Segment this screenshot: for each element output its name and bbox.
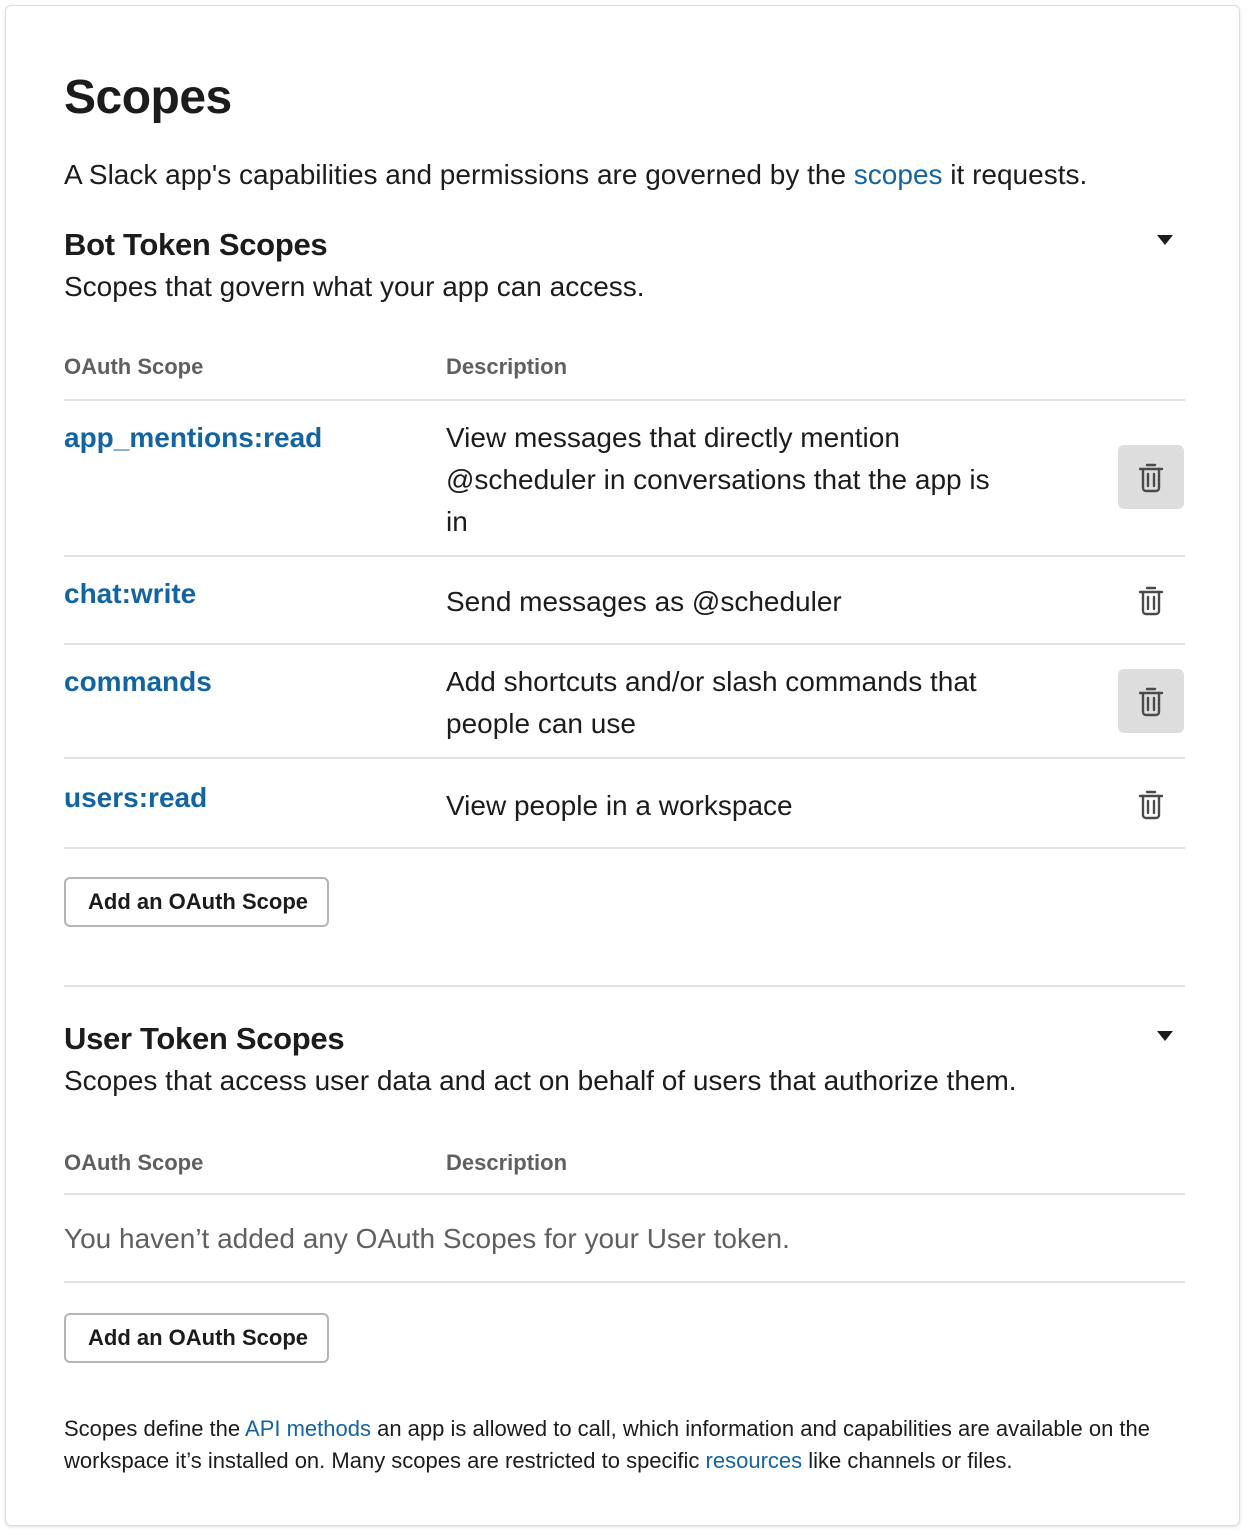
delete-scope-button[interactable]: [1118, 772, 1184, 836]
delete-scope-button[interactable]: [1118, 445, 1184, 509]
user-scopes-title: User Token Scopes: [64, 1021, 345, 1056]
delete-scope-button[interactable]: [1118, 568, 1184, 632]
user-scopes-empty-message: You haven’t added any OAuth Scopes for y…: [64, 1223, 790, 1254]
scope-name-users-read[interactable]: users:read: [64, 778, 207, 818]
section-divider: [64, 985, 1185, 987]
trash-icon: [1138, 586, 1164, 616]
delete-scope-button[interactable]: [1118, 669, 1184, 733]
user-scopes-subtitle: Scopes that access user data and act on …: [64, 1065, 1017, 1096]
divider: [64, 643, 1185, 645]
scope-name-commands[interactable]: commands: [64, 662, 212, 702]
scope-description: Send messages as @scheduler: [446, 586, 842, 617]
intro-text: A Slack app's capabilities and permissio…: [64, 155, 1087, 195]
resources-link[interactable]: resources: [706, 1448, 803, 1473]
divider: [64, 1193, 1185, 1195]
footer-text-1: Scopes define the: [64, 1416, 246, 1441]
bot-scopes-subtitle: Scopes that govern what your app can acc…: [64, 271, 645, 302]
scopes-card: Scopes A Slack app's capabilities and pe…: [5, 5, 1240, 1526]
scope-description: View people in a workspace: [446, 790, 793, 821]
bot-col-header-scope: OAuth Scope: [64, 354, 204, 379]
intro-text-end: it requests.: [942, 159, 1088, 190]
trash-icon: [1138, 687, 1164, 717]
scopes-link[interactable]: scopes: [854, 159, 943, 190]
divider: [64, 757, 1185, 759]
api-methods-link[interactable]: API methods: [245, 1416, 371, 1441]
divider: [64, 555, 1185, 557]
divider: [64, 1281, 1185, 1283]
scope-name-chat-write[interactable]: chat:write: [64, 574, 196, 614]
user-collapse-caret-down-icon[interactable]: [1157, 1031, 1173, 1041]
page-title: Scopes: [64, 71, 232, 124]
footer-text-3: like channels or files.: [802, 1448, 1013, 1473]
divider: [64, 399, 1185, 401]
scope-name-app-mentions-read[interactable]: app_mentions:read: [64, 418, 322, 458]
bot-scopes-title: Bot Token Scopes: [64, 227, 328, 262]
bot-col-header-description: Description: [446, 354, 568, 379]
bot-collapse-caret-down-icon[interactable]: [1157, 235, 1173, 245]
user-col-header-scope: OAuth Scope: [64, 1150, 204, 1175]
bot-add-oauth-scope-button[interactable]: Add an OAuth Scope: [64, 877, 329, 927]
scope-description: View messages that directly mention @sch…: [446, 422, 990, 537]
footer-note: Scopes define the API methods an app is …: [64, 1413, 1194, 1477]
divider: [64, 847, 1185, 849]
user-col-header-description: Description: [446, 1150, 568, 1175]
scope-description: Add shortcuts and/or slash commands that…: [446, 666, 977, 739]
user-add-oauth-scope-button[interactable]: Add an OAuth Scope: [64, 1313, 329, 1363]
trash-icon: [1138, 463, 1164, 493]
trash-icon: [1138, 790, 1164, 820]
intro-text-start: A Slack app's capabilities and permissio…: [64, 159, 854, 190]
